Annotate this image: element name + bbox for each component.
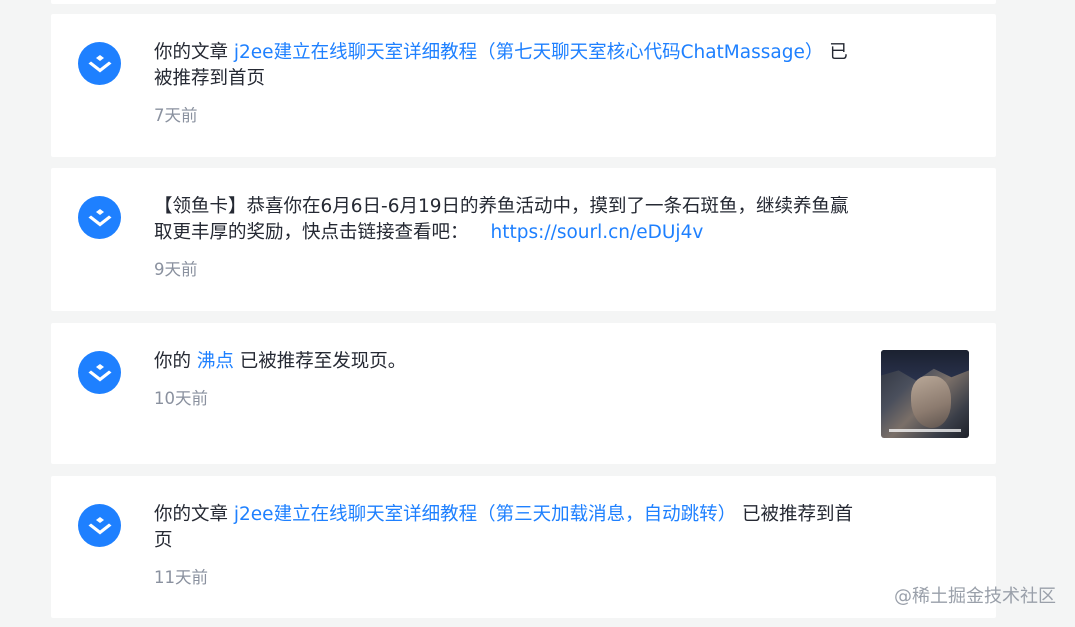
notification-card[interactable]: 你的文章 j2ee建立在线聊天室详细教程（第七天聊天室核心代码ChatMassa…: [51, 14, 996, 157]
notification-message: 你的文章 j2ee建立在线聊天室详细教程（第七天聊天室核心代码ChatMassa…: [154, 40, 854, 92]
message-prefix: 你的文章: [154, 504, 234, 525]
promo-link[interactable]: https://sourl.cn/eDUj4v: [491, 222, 704, 243]
message-prefix: 你的: [154, 351, 197, 372]
notification-time: 7天前: [154, 106, 198, 125]
notification-card-previous: [51, 0, 996, 4]
pin-link[interactable]: 沸点: [197, 351, 234, 372]
thumbnail-face-shape: [911, 376, 951, 428]
notification-card[interactable]: 你的 沸点 已被推荐至发现页。 10天前: [51, 323, 996, 464]
message-suffix: 已被推荐至发现页。: [233, 351, 407, 372]
pin-thumbnail-image[interactable]: [881, 350, 969, 438]
article-link[interactable]: j2ee建立在线聊天室详细教程（第三天加载消息，自动跳转）: [234, 504, 736, 525]
thumbnail-caption-bar: [889, 429, 961, 432]
notification-message: 你的文章 j2ee建立在线聊天室详细教程（第三天加载消息，自动跳转） 已被推荐到…: [154, 502, 854, 554]
notification-message: 你的 沸点 已被推荐至发现页。: [154, 349, 854, 375]
notification-time: 10天前: [154, 389, 208, 408]
notification-page: 你的文章 j2ee建立在线聊天室详细教程（第七天聊天室核心代码ChatMassa…: [0, 0, 1075, 627]
notification-time: 11天前: [154, 568, 208, 587]
juejin-logo-icon: [78, 504, 121, 547]
article-link[interactable]: j2ee建立在线聊天室详细教程（第七天聊天室核心代码ChatMassage）: [234, 42, 823, 63]
juejin-logo-icon: [78, 351, 121, 394]
notification-content: 【领鱼卡】恭喜你在6月6日-6月19日的养鱼活动中，摸到了一条石斑鱼，继续养鱼赢…: [154, 194, 854, 281]
juejin-watermark: @稀土掘金技术社区: [894, 586, 1056, 607]
message-prefix: 你的文章: [154, 42, 234, 63]
juejin-logo-icon: [78, 196, 121, 239]
notification-content: 你的文章 j2ee建立在线聊天室详细教程（第三天加载消息，自动跳转） 已被推荐到…: [154, 502, 854, 589]
juejin-logo-icon: [78, 42, 121, 85]
notification-card[interactable]: 【领鱼卡】恭喜你在6月6日-6月19日的养鱼活动中，摸到了一条石斑鱼，继续养鱼赢…: [51, 168, 996, 311]
notification-card[interactable]: 你的文章 j2ee建立在线聊天室详细教程（第三天加载消息，自动跳转） 已被推荐到…: [51, 476, 996, 618]
notification-content: 你的文章 j2ee建立在线聊天室详细教程（第七天聊天室核心代码ChatMassa…: [154, 40, 854, 127]
notification-message: 【领鱼卡】恭喜你在6月6日-6月19日的养鱼活动中，摸到了一条石斑鱼，继续养鱼赢…: [154, 194, 854, 246]
notification-content: 你的 沸点 已被推荐至发现页。 10天前: [154, 349, 854, 410]
notification-time: 9天前: [154, 260, 198, 279]
